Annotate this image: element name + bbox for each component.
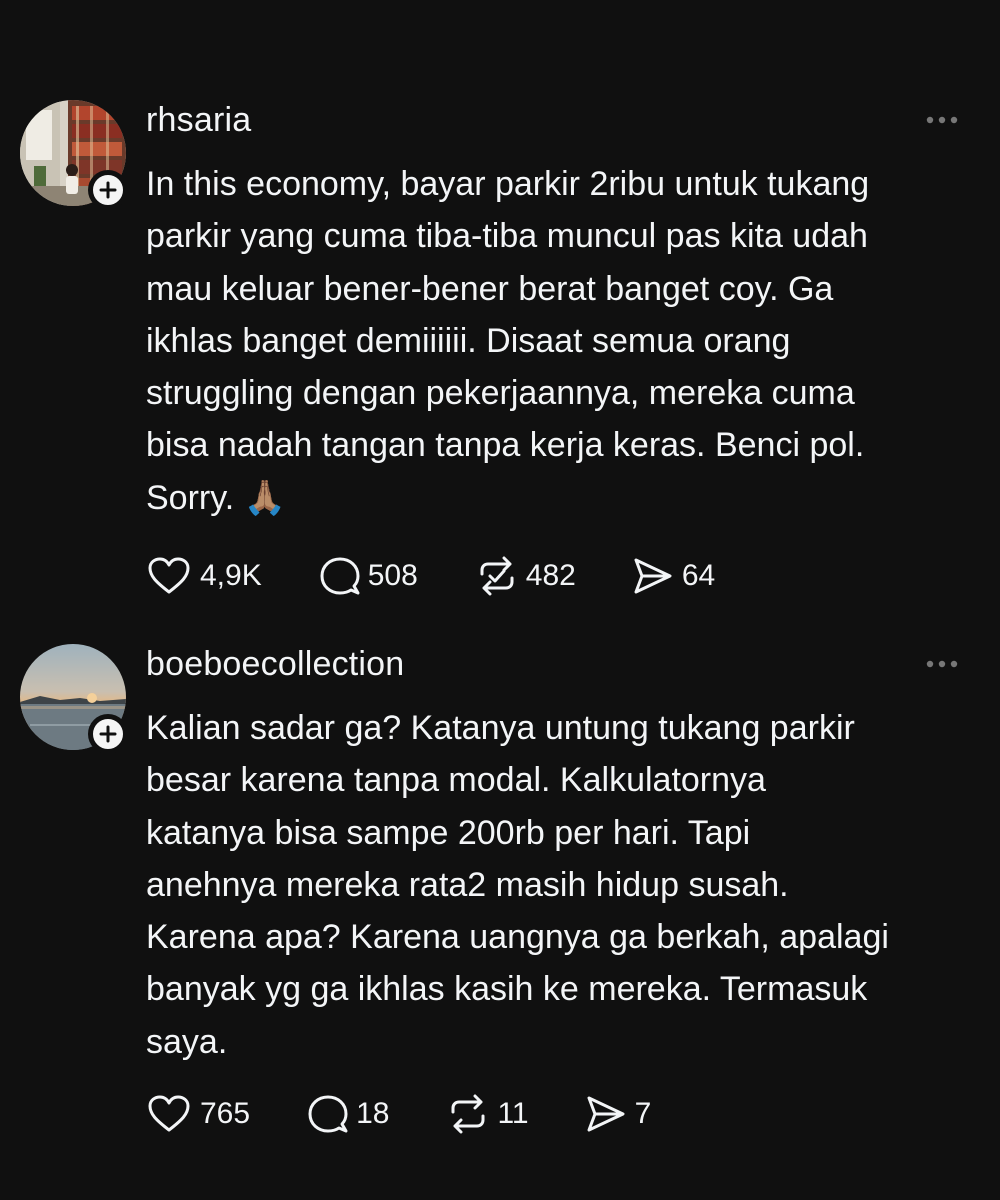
share-button[interactable]: 7 bbox=[585, 1092, 652, 1136]
like-count: 765 bbox=[200, 1097, 251, 1130]
repost-button[interactable]: 11 bbox=[447, 1092, 529, 1136]
like-button[interactable]: 4,9K bbox=[146, 554, 262, 598]
like-count: 4,9K bbox=[200, 559, 262, 592]
reply-count: 18 bbox=[356, 1097, 390, 1130]
post-actions: 4,9K 508 482 64 bbox=[146, 554, 715, 598]
reply-count: 508 bbox=[367, 559, 418, 592]
share-count: 64 bbox=[681, 559, 716, 592]
repost-count: 482 bbox=[525, 559, 576, 592]
post-text: In this economy, bayar parkir 2ribu untu… bbox=[146, 165, 870, 517]
username[interactable]: rhsaria bbox=[146, 98, 251, 142]
send-icon bbox=[634, 558, 672, 594]
send-icon bbox=[587, 1096, 625, 1132]
follow-button[interactable] bbox=[88, 714, 128, 754]
more-button[interactable] bbox=[918, 654, 966, 674]
like-button[interactable]: 765 bbox=[146, 1092, 250, 1136]
comment-icon bbox=[308, 1095, 348, 1133]
post-actions: 765 18 11 7 bbox=[146, 1092, 651, 1136]
repost-icon bbox=[480, 556, 514, 596]
reply-button[interactable]: 508 bbox=[320, 554, 418, 598]
share-button[interactable]: 64 bbox=[632, 554, 715, 598]
repost-button[interactable]: 482 bbox=[476, 554, 576, 598]
post-text: Kalian sadar ga? Katanya untung tukang p… bbox=[146, 709, 889, 1061]
heart-icon bbox=[148, 1095, 190, 1132]
plus-icon bbox=[99, 181, 117, 199]
reply-button[interactable]: 18 bbox=[308, 1092, 389, 1136]
more-button[interactable] bbox=[918, 110, 966, 130]
comment-icon bbox=[320, 557, 360, 595]
plus-icon bbox=[99, 725, 117, 743]
follow-button[interactable] bbox=[88, 170, 128, 210]
share-count: 7 bbox=[634, 1097, 652, 1130]
repost-count: 11 bbox=[497, 1097, 529, 1130]
more-icon bbox=[926, 116, 958, 124]
username[interactable]: boeboecollection bbox=[146, 642, 404, 686]
more-icon bbox=[926, 660, 958, 668]
heart-icon bbox=[148, 557, 190, 594]
repost-icon bbox=[451, 1094, 485, 1134]
